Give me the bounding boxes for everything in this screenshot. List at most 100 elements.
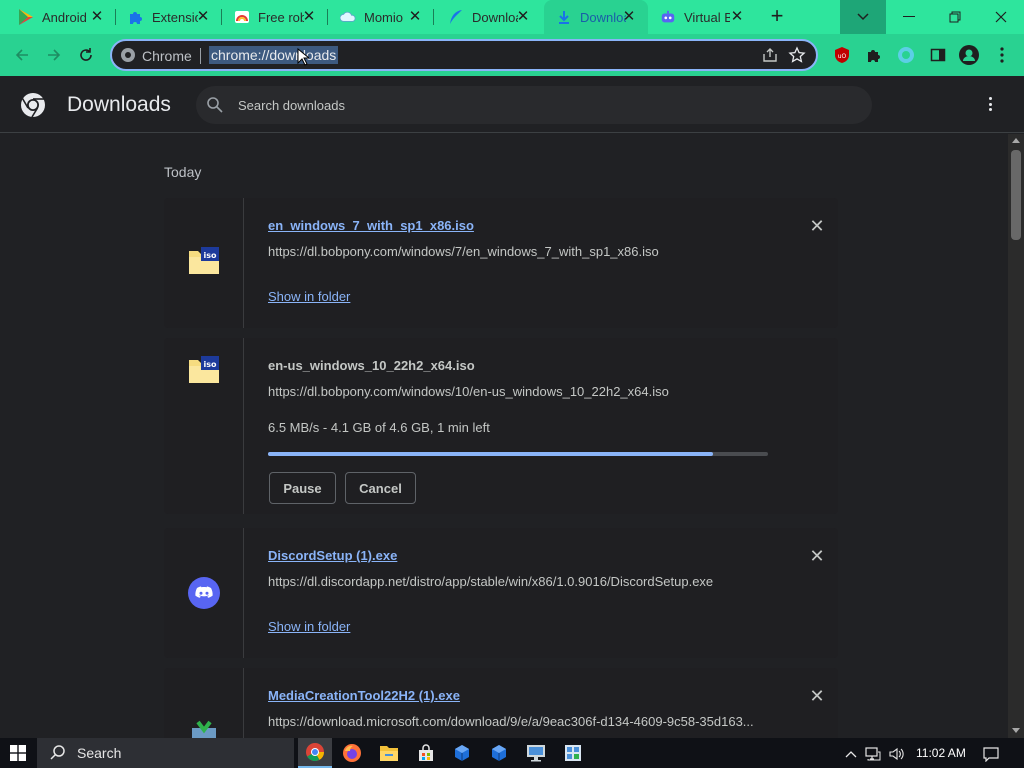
restore-icon[interactable]	[932, 0, 978, 34]
tray-chevron-up-icon[interactable]	[842, 745, 860, 763]
media-tool-icon	[188, 718, 220, 738]
scroll-down-arrow-icon[interactable]	[1012, 728, 1020, 733]
windows-start-icon[interactable]	[0, 738, 36, 768]
side-panel-icon[interactable]	[928, 45, 948, 65]
date-heading: Today	[164, 164, 202, 180]
search-downloads-box[interactable]	[196, 86, 872, 124]
tab-virtual-box[interactable]: Virtual Box ✕	[650, 0, 756, 34]
taskbar-search-box[interactable]: Search	[37, 738, 294, 768]
feather-icon	[448, 9, 464, 25]
taskbar-firefox-icon[interactable]	[335, 738, 369, 768]
iso-file-icon: iso	[188, 354, 220, 386]
tab-label: Momio	[364, 9, 404, 25]
tab-close-icon[interactable]: ✕	[730, 9, 744, 24]
tab-close-icon[interactable]: ✕	[516, 9, 530, 24]
notification-icon[interactable]	[982, 745, 1000, 763]
discord-icon	[188, 577, 220, 609]
tab-close-icon[interactable]: ✕	[302, 9, 316, 24]
browser-window: Android ✕ Extensions ✕ Free robux ✕ Momi…	[0, 0, 1024, 768]
source-url: https://dl.bobpony.com/windows/10/en-us_…	[268, 384, 669, 399]
remove-item-icon[interactable]: ✕	[809, 687, 825, 705]
mouse-cursor-icon	[297, 48, 309, 66]
new-tab-icon[interactable]: +	[766, 5, 788, 28]
taskbar-file-explorer-icon[interactable]	[372, 738, 406, 768]
url-text[interactable]: chrome://downloads	[209, 46, 339, 64]
rainbow-icon	[234, 9, 250, 25]
svg-text:iso: iso	[204, 251, 218, 260]
chrome-page-icon[interactable]	[120, 47, 136, 63]
remove-item-icon[interactable]: ✕	[809, 547, 825, 565]
tab-extensions[interactable]: Extensions ✕	[116, 0, 222, 34]
tab-close-icon[interactable]: ✕	[408, 9, 422, 24]
tab-search-chevron-icon[interactable]	[840, 0, 886, 34]
tab-label: Downloads	[580, 9, 626, 25]
play-store-icon	[18, 9, 34, 25]
extension-badge-icon[interactable]	[896, 45, 916, 65]
taskbar-media-tool-icon[interactable]	[556, 738, 590, 768]
taskbar-search-label: Search	[77, 745, 122, 761]
volume-icon[interactable]	[888, 745, 906, 763]
robot-icon	[660, 9, 676, 25]
scroll-up-arrow-icon[interactable]	[1012, 138, 1020, 143]
file-name-link[interactable]: MediaCreationTool22H2 (1).exe	[268, 688, 460, 703]
source-url: https://download.microsoft.com/download/…	[268, 714, 754, 729]
tab-label: Extensions	[152, 9, 198, 25]
tab-momio[interactable]: Momio ✕	[328, 0, 434, 34]
source-url: https://dl.bobpony.com/windows/7/en_wind…	[268, 244, 659, 259]
file-name-link[interactable]: DiscordSetup (1).exe	[268, 548, 397, 563]
search-icon	[206, 96, 224, 114]
taskbar-chrome-icon[interactable]	[298, 738, 332, 768]
taskbar-store-icon[interactable]	[409, 738, 443, 768]
profile-avatar-icon[interactable]	[959, 45, 979, 65]
tab-downloads-1[interactable]: Downloads ✕	[434, 0, 542, 34]
tab-downloads-active[interactable]: Downloads ✕	[544, 0, 648, 34]
tab-label: Free robux	[258, 9, 304, 25]
taskbar-virtualbox-2-icon[interactable]	[482, 738, 516, 768]
taskbar-clock[interactable]: 11:02 AM	[916, 746, 966, 760]
tab-label: Downloads	[472, 9, 518, 25]
tab-close-icon[interactable]: ✕	[622, 9, 636, 24]
cancel-button[interactable]: Cancel	[345, 472, 416, 504]
back-arrow-icon[interactable]	[10, 43, 34, 67]
file-name: en-us_windows_10_22h2_x64.iso	[268, 358, 475, 373]
tab-android[interactable]: Android ✕	[0, 0, 116, 34]
windows-taskbar: Search 11:02 AM	[0, 738, 1024, 768]
show-in-folder-link[interactable]: Show in folder	[268, 619, 350, 634]
remove-item-icon[interactable]: ✕	[809, 217, 825, 235]
tab-close-icon[interactable]: ✕	[196, 9, 210, 24]
address-bar[interactable]: Chrome chrome://downloads	[110, 39, 818, 71]
toolbar: Chrome chrome://downloads uO	[0, 34, 1024, 76]
more-actions-icon[interactable]	[980, 94, 1000, 114]
taskbar-remote-desktop-icon[interactable]	[519, 738, 553, 768]
source-url: https://dl.discordapp.net/distro/app/sta…	[268, 574, 714, 589]
file-name-link[interactable]: en_windows_7_with_sp1_x86.iso	[268, 218, 474, 233]
extensions-puzzle-icon[interactable]	[864, 45, 884, 65]
iso-file-icon: iso	[188, 245, 220, 277]
tab-close-icon[interactable]: ✕	[90, 9, 104, 24]
share-icon[interactable]	[762, 47, 778, 63]
browser-menu-icon[interactable]	[992, 45, 1012, 65]
downloads-list: Today iso en_windows_7_with_sp1_x86.iso …	[0, 134, 1008, 738]
page-scrollbar[interactable]	[1008, 134, 1024, 738]
network-icon[interactable]	[864, 745, 882, 763]
tab-label: Android	[42, 9, 87, 25]
download-item: DiscordSetup (1).exe https://dl.discorda…	[164, 528, 838, 658]
scroll-thumb[interactable]	[1011, 150, 1021, 240]
pause-button[interactable]: Pause	[269, 472, 336, 504]
forward-arrow-icon[interactable]	[42, 43, 66, 67]
download-item-in-progress: iso en-us_windows_10_22h2_x64.iso https:…	[164, 338, 838, 514]
close-window-icon[interactable]	[978, 0, 1024, 34]
show-in-folder-link[interactable]: Show in folder	[268, 289, 350, 304]
ublock-icon[interactable]: uO	[832, 45, 852, 65]
reload-icon[interactable]	[74, 43, 98, 67]
minimize-icon[interactable]	[886, 0, 932, 34]
tab-label: Virtual Box	[684, 9, 730, 25]
taskbar-virtualbox-icon[interactable]	[445, 738, 479, 768]
download-status: 6.5 MB/s - 4.1 GB of 4.6 GB, 1 min left	[268, 420, 490, 435]
search-input[interactable]	[238, 95, 838, 115]
download-item: iso en_windows_7_with_sp1_x86.iso https:…	[164, 198, 838, 328]
tab-strip: Android ✕ Extensions ✕ Free robux ✕ Momi…	[0, 0, 1024, 34]
download-progress-bar	[268, 452, 768, 456]
bookmark-star-icon[interactable]	[788, 46, 806, 64]
tab-free-robux[interactable]: Free robux ✕	[222, 0, 328, 34]
